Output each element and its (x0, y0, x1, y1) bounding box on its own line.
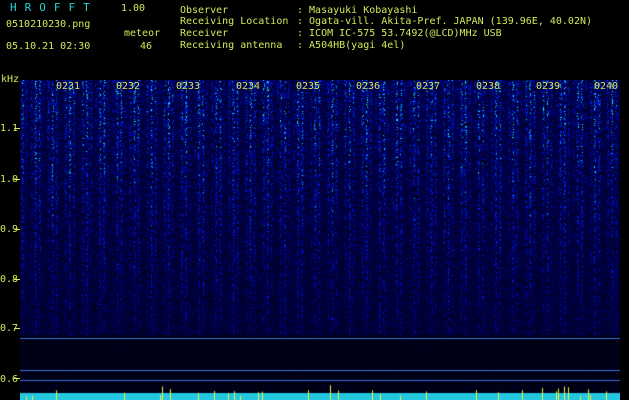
info-key-observer: Observer (180, 5, 229, 16)
y-tick-mark (14, 229, 20, 230)
y-tick-mark (14, 328, 20, 329)
info-key-antenna: Receiving antenna (180, 40, 283, 51)
frequency-unit-label: kHz (1, 74, 20, 85)
y-tick-mark (14, 179, 20, 180)
meteor-label: meteor (124, 28, 161, 39)
info-value-observer: : Masayuki Kobayashi (297, 5, 418, 16)
spectrogram[interactable] (20, 80, 620, 400)
info-key-location: Receiving Location (180, 16, 289, 27)
x-tick-label: 0233 (176, 81, 201, 92)
image-filename: 0510210230.png (6, 19, 91, 30)
app-version: 1.00 (121, 3, 146, 14)
info-value-location: : Ogata-vill. Akita-Pref. JAPAN (139.96E… (297, 16, 593, 27)
x-tick-label: 0237 (416, 81, 441, 92)
x-tick-label: 0231 (56, 81, 81, 92)
x-tick-label: 0232 (116, 81, 141, 92)
meteor-count: 46 (140, 41, 153, 52)
y-tick-mark (14, 128, 20, 129)
y-tick-label: 0.6 (0, 374, 19, 385)
x-tick-label: 0238 (476, 81, 501, 92)
x-tick-label: 0236 (356, 81, 381, 92)
capture-datetime: 05.10.21 02:30 (6, 41, 91, 52)
x-tick-label: 0234 (236, 81, 261, 92)
y-tick-mark (14, 279, 20, 280)
app-name: HROFFT (10, 1, 98, 14)
x-tick-label: 0239 (536, 81, 561, 92)
x-tick-label: 0240 (594, 81, 619, 92)
y-tick-mark (14, 378, 20, 379)
info-value-receiver: : ICOM IC-575 53.7492(@LCD)MHz USB (297, 28, 502, 39)
info-value-antenna: : A504HB(yagi 4el) (297, 40, 406, 51)
x-tick-label: 0235 (296, 81, 321, 92)
info-key-receiver: Receiver (180, 28, 229, 39)
